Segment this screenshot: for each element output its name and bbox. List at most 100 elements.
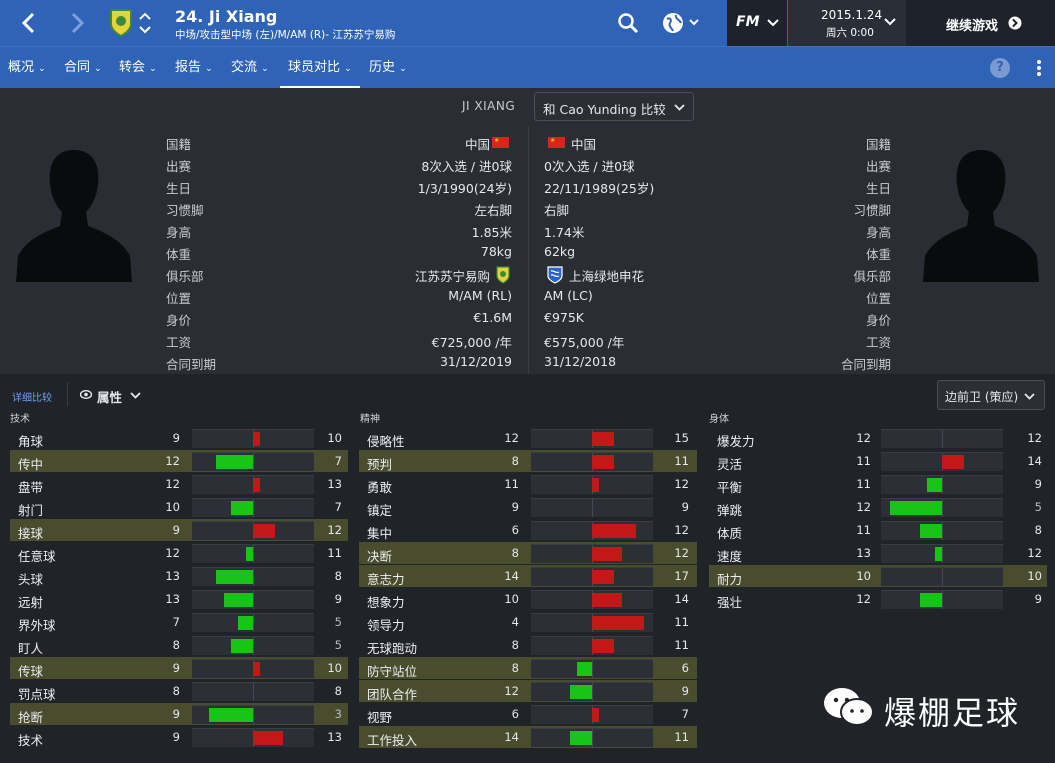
compare-with-select[interactable]: 和 Cao Yunding 比较 [534,92,694,121]
top-bar: 24. Ji Xiang 中场/攻击型中场 (左)/M/AM (R)- 江苏苏宁… [0,0,1055,46]
player-b-value[interactable]: 上海绿地申花 [569,266,644,285]
back-arrow-icon[interactable] [18,11,40,35]
attribute-row[interactable]: 视野 6 7 [359,703,697,725]
player-a-attribute-value: 9 [172,730,180,744]
info-label-right: 身价 [865,313,891,328]
player-b-attribute-value: 9 [681,684,689,698]
attribute-row[interactable]: 勇敢 11 12 [359,473,697,495]
role-select[interactable]: 边前卫 (策应) [937,380,1045,410]
search-icon[interactable] [617,12,639,34]
player-b-attribute-value: 7 [681,707,689,721]
help-icon[interactable]: ? [990,58,1010,78]
attribute-row[interactable]: 团队合作 12 9 [359,680,697,702]
more-icon[interactable] [1036,59,1042,77]
attribute-row[interactable]: 侵略性 12 15 [359,427,697,449]
advantage-bar-b [592,639,615,653]
comparison-bar [881,521,1003,540]
tab-reports[interactable]: 报告 ⌄ [175,47,213,89]
player-a-attribute-value: 10 [165,500,180,514]
attribute-row[interactable]: 射门 10 7 [10,496,348,518]
forward-arrow-icon[interactable] [66,11,88,35]
attribute-row[interactable]: 界外球 7 5 [10,611,348,633]
attribute-row[interactable]: 盘带 12 13 [10,473,348,495]
attribute-name: 头球 [18,572,44,587]
attribute-row[interactable]: 工作投入 14 11 [359,726,697,748]
player-b-attribute-value: 12 [1027,431,1042,445]
divider [528,126,529,374]
tab-history[interactable]: 历史 ⌄ [369,47,407,89]
attribute-row[interactable]: 灵活 11 14 [709,450,1047,472]
compared-player-name: JI XIANG [462,99,516,113]
bar-midline [253,637,254,655]
eye-icon [80,390,92,399]
attribute-row[interactable]: 意志力 14 17 [359,565,697,587]
attribute-row[interactable]: 头球 13 8 [10,565,348,587]
attribute-row[interactable]: 接球 9 12 [10,519,348,541]
attribute-name: 平衡 [717,480,743,495]
tab-overview[interactable]: 概况 ⌄ [8,47,46,89]
attribute-row[interactable]: 平衡 11 9 [709,473,1047,495]
player-b-attribute-value: 12 [327,523,342,537]
attribute-row[interactable]: 领导力 4 11 [359,611,697,633]
detail-compare-link[interactable]: 详细比较 [12,389,52,404]
attribute-row[interactable]: 耐力 10 10 [709,565,1047,587]
attribute-row[interactable]: 强壮 12 9 [709,588,1047,610]
advantage-bar-b [592,455,615,469]
comparison-bar [881,544,1003,563]
attribute-row[interactable]: 集中 6 12 [359,519,697,541]
advantage-bar-b [942,455,965,469]
attribute-row[interactable]: 罚点球 8 8 [10,680,348,702]
player-a-attribute-value: 6 [511,707,519,721]
attribute-row[interactable]: 爆发力 12 12 [709,427,1047,449]
attribute-row[interactable]: 抢断 9 3 [10,703,348,725]
attribute-row[interactable]: 传球 9 10 [10,657,348,679]
bar-midline [942,545,943,563]
attribute-name: 灵活 [717,457,743,472]
date-panel[interactable]: 2015.1.24 周六 0:00 [788,0,906,46]
attribute-row[interactable]: 角球 9 10 [10,427,348,449]
attribute-row[interactable]: 体质 11 8 [709,519,1047,541]
player-b-value: 0次入选 / 进0球 [544,159,635,174]
bar-midline [253,453,254,471]
attribute-row[interactable]: 想象力 10 14 [359,588,697,610]
comparison-bar [881,429,1003,448]
attribute-row[interactable]: 远射 13 9 [10,588,348,610]
attribute-row[interactable]: 传中 12 7 [10,450,348,472]
attribute-row[interactable]: 任意球 12 11 [10,542,348,564]
continue-button[interactable]: 继续游戏 [906,0,1055,46]
attribute-row[interactable]: 速度 13 12 [709,542,1047,564]
tab-transfer[interactable]: 转会 ⌄ [119,47,157,89]
attribute-row[interactable]: 技术 9 13 [10,726,348,748]
attribute-row[interactable]: 决断 8 12 [359,542,697,564]
tab-contract[interactable]: 合同 ⌄ [64,47,102,89]
player-b-value: €575,000 /年 [544,335,625,350]
comparison-bar [192,659,314,678]
attribute-row[interactable]: 无球跑动 8 11 [359,634,697,656]
attribute-row[interactable]: 镇定 9 9 [359,496,697,518]
advantage-bar-a [245,547,253,561]
comparison-bar [881,498,1003,517]
globe-icon[interactable] [661,11,701,35]
attribute-row[interactable]: 盯人 8 5 [10,634,348,656]
advantage-bar-b [253,524,276,538]
fm-menu[interactable]: FM [727,0,787,46]
comparison-bar [531,613,653,632]
info-label-left: 俱乐部 [166,269,204,284]
attribute-row[interactable]: 弹跳 12 5 [709,496,1047,518]
advantage-bar-b [253,432,261,446]
chevron-down-icon: ⌄ [261,64,269,74]
tab-player-comparison[interactable]: 球员对比 ⌄ [280,47,360,89]
bar-midline [253,706,254,724]
wechat-logo-icon [822,685,876,729]
player-a-attribute-value: 12 [504,684,519,698]
info-label-right: 俱乐部 [853,269,891,284]
bar-midline [942,591,943,609]
tab-interaction[interactable]: 交流 ⌄ [231,47,269,89]
attribute-name: 工作投入 [367,733,418,748]
player-switch-icon[interactable] [138,10,152,36]
attribute-name: 无球跑动 [367,641,418,656]
comparison-bar [531,728,653,747]
attribute-row[interactable]: 预判 8 11 [359,450,697,472]
player-a-value[interactable]: 江苏苏宁易购 [415,266,490,285]
attribute-row[interactable]: 防守站位 8 6 [359,657,697,679]
